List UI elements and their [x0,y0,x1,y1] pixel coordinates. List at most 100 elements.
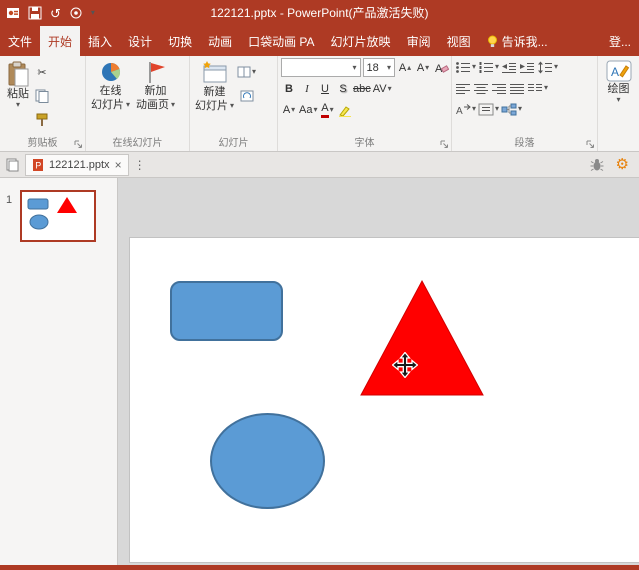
increase-indent-button[interactable] [519,58,535,76]
clear-formatting-button[interactable]: A [433,59,449,77]
increase-font-size-button[interactable]: A ▴ [397,59,413,77]
numbering-button[interactable]: ▾ [478,58,499,76]
slide-layout-icon [237,66,251,78]
file-list-icon[interactable] [5,158,19,172]
line-spacing-button[interactable]: ▾ [537,58,558,76]
underline-button[interactable]: U [317,80,333,98]
tab-login[interactable]: 登... [601,26,639,56]
highlighter-icon [338,104,352,117]
strikethrough-button[interactable]: abc [353,80,371,98]
new-slide-icon [201,60,229,85]
drawing-button-label: 绘图 [607,83,630,95]
clear-formatting-icon: A [434,61,449,74]
decrease-font-size-button[interactable]: A ▾ [415,59,431,77]
font-size-combo[interactable]: 18 ▾ [362,58,395,77]
flag-icon [144,60,168,84]
bold-button[interactable]: B [281,80,297,98]
align-center-button[interactable] [473,79,489,97]
slide-thumbnail-panel: 1 [0,178,118,565]
highlight-button[interactable] [337,101,353,119]
undo-icon[interactable]: ↺ [50,7,61,20]
tab-slideshow[interactable]: 幻灯片放映 [323,26,399,56]
online-slides-button[interactable]: 在线 幻灯片 ▾ [88,59,133,136]
paste-clipboard-icon [5,60,31,87]
dropdown-caret-icon: ▾ [387,84,392,93]
qat-customize-caret-icon[interactable]: ▾ [91,9,95,17]
slide-thumbnail[interactable] [20,190,96,242]
paste-button[interactable]: 粘贴 ▾ [2,59,34,136]
tab-file[interactable]: 文件 [0,26,40,56]
text-fill-button[interactable]: A ▾ [281,101,297,119]
align-text-button[interactable]: ▾ [478,100,499,118]
tab-transitions[interactable]: 切换 [160,26,200,56]
font-dialog-launcher-icon[interactable] [440,140,449,149]
touch-mode-icon[interactable] [69,6,83,20]
tab-menu-kebab-icon[interactable]: ⋮ [134,159,146,171]
align-right-icon [491,82,507,95]
close-tab-icon[interactable]: × [115,159,122,171]
dropdown-caret-icon: ▾ [352,62,357,72]
copy-button[interactable] [34,87,50,105]
letter-a-glyph: A [398,61,407,74]
tab-review[interactable]: 审阅 [399,26,439,56]
tab-design[interactable]: 设计 [120,26,160,56]
smartart-icon [501,103,517,116]
paragraph-dialog-launcher-icon[interactable] [586,140,595,149]
tab-home[interactable]: 开始 [40,26,81,56]
tab-pocket-animation[interactable]: 口袋动画 PA [240,26,322,56]
format-painter-button[interactable] [34,111,50,129]
online-slides-label-line2: 幻灯片 [91,99,124,112]
rounded-rectangle-shape[interactable] [170,281,283,341]
align-left-button[interactable] [455,79,471,97]
dropdown-caret-icon: ▾ [495,104,500,113]
bullets-button[interactable]: ▾ [455,58,476,76]
triangle-shape[interactable] [358,278,486,398]
powerpoint-window: ↺ ▾ 122121.pptx - PowerPoint(产品激活失败) 文件 … [0,0,639,570]
dropdown-caret-icon: ▾ [472,62,477,71]
align-right-button[interactable] [491,79,507,97]
dropdown-caret-icon: ▾ [329,105,334,114]
plugin-bug-icon[interactable] [590,158,604,172]
clipboard-group-label: 剪贴板 [27,138,58,149]
character-spacing-button[interactable]: AV ▾ [373,80,392,98]
slides-group: 新建 幻灯片 ▾ ▾ 幻灯片 [190,56,278,151]
slide[interactable] [130,238,639,562]
drawing-button[interactable]: A 绘图 ▾ [603,59,635,136]
save-icon[interactable] [28,6,42,20]
ellipse-shape[interactable] [210,413,325,509]
dropdown-caret-icon: ▾ [313,105,318,114]
font-name-combo[interactable]: ▾ [281,58,361,77]
tab-tell-me[interactable]: 告诉我... [479,26,556,56]
slide-reset-button[interactable] [239,87,255,105]
justify-button[interactable] [509,79,525,97]
text-fill-glyph: A [282,104,291,116]
font-color-button[interactable]: A ▾ [319,101,335,119]
new-animation-page-button[interactable]: 新加 动画页 ▾ [133,59,178,136]
new-slide-button[interactable]: 新建 幻灯片 ▾ [192,59,237,136]
tab-animations[interactable]: 动画 [200,26,240,56]
change-case-button[interactable]: Aa ▾ [299,101,317,119]
clipboard-dialog-launcher-icon[interactable] [74,140,83,149]
ribbon-tab-strip: 文件 开始 插入 设计 切换 动画 口袋动画 PA 幻灯片放映 审阅 视图 告诉… [0,26,639,56]
columns-button[interactable]: ▾ [527,79,548,97]
thumb-triangle-shape [57,197,77,213]
tab-view[interactable]: 视图 [439,26,479,56]
tab-insert[interactable]: 插入 [80,26,120,56]
ribbon: 粘贴 ▾ ✂ 剪贴板 在线 幻灯片 ▾ 新加 动画页 ▾ 在线幻灯片 新建 幻灯… [0,56,639,152]
font-size-value: 18 [366,61,379,74]
numbered-list-icon [478,61,494,74]
cut-button[interactable]: ✂ [34,63,50,81]
online-slides-group-label: 在线幻灯片 [112,138,163,149]
slide-canvas[interactable] [118,178,639,565]
decrease-indent-button[interactable] [501,58,517,76]
slide-layout-button[interactable]: ▾ [237,63,256,81]
tab-tell-me-label: 告诉我... [501,34,548,49]
convert-smartart-button[interactable]: ▾ [501,100,522,118]
italic-button[interactable]: I [299,80,315,98]
text-direction-button[interactable]: A ▾ [455,100,476,118]
dropdown-caret-icon: ▾ [291,105,296,114]
text-shadow-button[interactable]: S [335,80,351,98]
font-group: ▾ 18 ▾ A ▴ A ▾ A B I U S abc AV ▾ A ▾ Aa… [278,56,452,151]
document-tab[interactable]: P 122121.pptx × [25,153,129,176]
settings-gear-icon[interactable]: ⚙ [616,157,629,172]
